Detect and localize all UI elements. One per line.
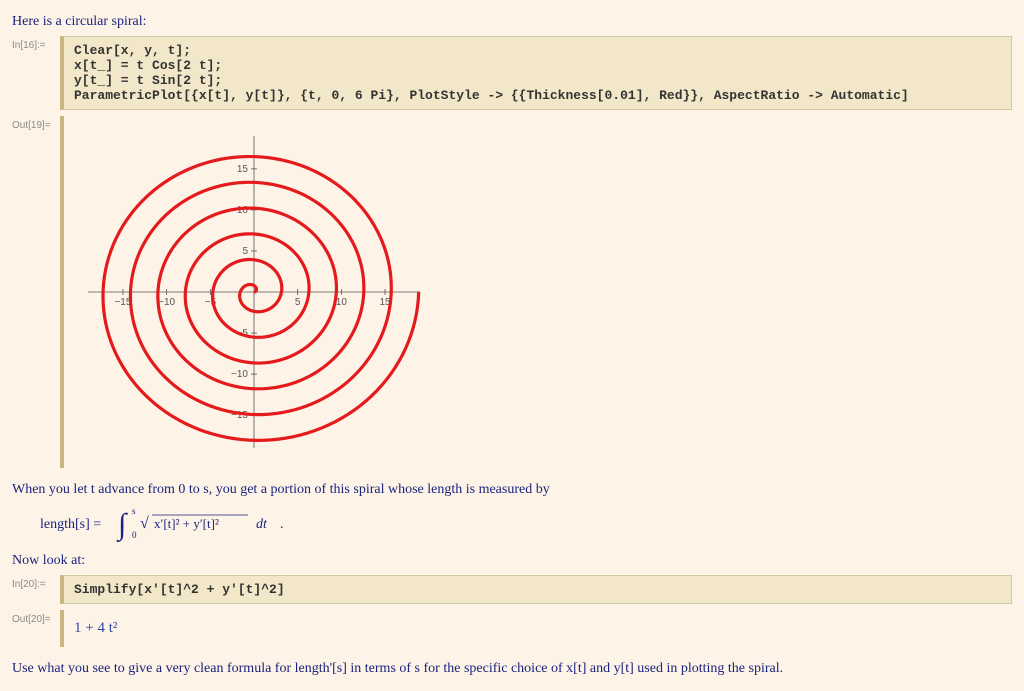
- code-box-2: Simplify[x'[t]^2 + y'[t]^2]: [60, 575, 1012, 604]
- svg-text:−10: −10: [231, 369, 248, 380]
- svg-text:5: 5: [242, 246, 248, 257]
- in-label-2: In[20]:=: [12, 575, 60, 590]
- intro-text: Here is a circular spiral:: [12, 14, 1012, 30]
- svg-text:−10: −10: [158, 297, 175, 308]
- out-label-1: Out[19]=: [12, 116, 60, 131]
- in-label-1: In[16]:=: [12, 36, 60, 51]
- input-cell-1: In[16]:= Clear[x, y, t]; x[t_] = t Cos[2…: [12, 36, 1012, 110]
- now-look-text: Now look at:: [12, 553, 1012, 569]
- integral-formula-svg: length[s] = ∫ 0 s √ x′[t]² + y′[t]² dt .: [40, 504, 340, 542]
- out-label-2: Out[20]=: [12, 610, 60, 625]
- spiral-plot: −15−10−551015−15−10−551015: [74, 122, 434, 462]
- mid-text: When you let t advance from 0 to s, you …: [12, 482, 1012, 498]
- plot-container: −15−10−551015−15−10−551015: [60, 116, 1012, 468]
- svg-text:15: 15: [237, 164, 249, 175]
- svg-text:√: √: [140, 515, 149, 532]
- svg-text:.: .: [280, 517, 284, 532]
- svg-text:5: 5: [295, 297, 301, 308]
- svg-text:s: s: [132, 506, 136, 516]
- output-math-2: 1 + 4 t²: [60, 610, 1012, 647]
- svg-text:0: 0: [132, 530, 137, 540]
- output-cell-1: Out[19]= −15−10−551015−15−10−551015: [12, 116, 1012, 468]
- svg-text:length[s] =: length[s] =: [40, 517, 101, 532]
- svg-text:10: 10: [336, 297, 348, 308]
- svg-text:x′[t]² + y′[t]²: x′[t]² + y′[t]²: [154, 516, 219, 531]
- output-cell-2: Out[20]= 1 + 4 t²: [12, 610, 1012, 647]
- length-formula: length[s] = ∫ 0 s √ x′[t]² + y′[t]² dt .: [40, 504, 1012, 547]
- input-cell-2: In[20]:= Simplify[x'[t]^2 + y'[t]^2]: [12, 575, 1012, 604]
- final-text: Use what you see to give a very clean fo…: [12, 661, 1012, 677]
- svg-text:dt: dt: [256, 517, 268, 532]
- svg-text:∫: ∫: [116, 508, 128, 542]
- code-box-1: Clear[x, y, t]; x[t_] = t Cos[2 t]; y[t_…: [60, 36, 1012, 110]
